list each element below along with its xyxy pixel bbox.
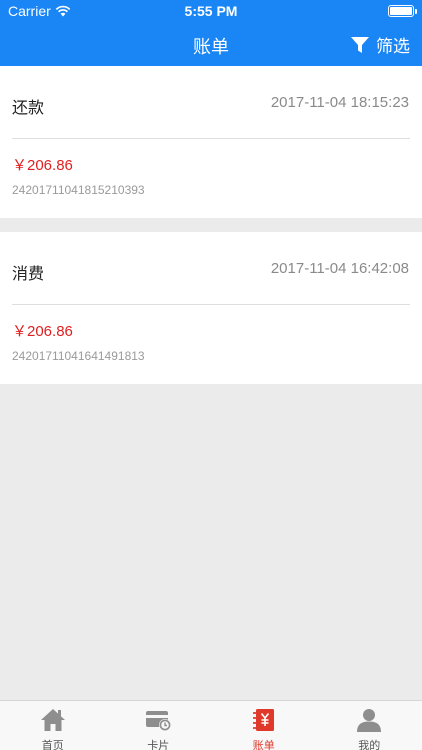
tab-label: 账单 [252,740,275,750]
status-bar: Carrier 5:55 PM [0,0,422,22]
record-type: 消费 [12,266,45,283]
divider [12,138,410,139]
tab-bill[interactable]: 账单 [211,701,317,750]
record-amount: ￥206.86 [12,157,73,174]
record-order-number: 24201711041641491813 [12,349,145,363]
filter-button[interactable]: 筛选 [350,32,410,57]
tab-label: 首页 [41,740,64,750]
tab-card[interactable]: 卡片 [106,701,212,750]
tab-bar: 首页 卡片 账单 我的 [0,700,422,750]
home-icon [40,709,65,731]
bill-icon [252,709,274,731]
bill-record[interactable]: 消费 2017-11-04 16:42:08 ￥206.86 242017110… [0,232,422,384]
record-amount: ￥206.86 [12,323,73,340]
record-datetime: 2017-11-04 18:15:23 [270,94,409,111]
divider [12,304,410,305]
status-time: 5:55 PM [184,3,238,19]
bill-record[interactable]: 还款 2017-11-04 18:15:23 ￥206.86 242017110… [0,66,422,218]
card-icon [146,711,172,731]
battery-icon [388,5,417,17]
tab-label: 卡片 [147,740,170,750]
record-datetime: 2017-11-04 16:42:08 [270,260,409,277]
user-icon [357,709,382,732]
record-order-number: 24201711041815210393 [12,183,145,197]
nav-header: Carrier 5:55 PM 账单 筛选 [0,0,422,66]
tab-mine[interactable]: 我的 [317,701,422,750]
tab-home[interactable]: 首页 [0,701,106,750]
tab-label: 我的 [358,740,381,750]
record-type: 还款 [12,100,45,117]
filter-label: 筛选 [376,37,410,56]
filter-icon [351,36,369,53]
